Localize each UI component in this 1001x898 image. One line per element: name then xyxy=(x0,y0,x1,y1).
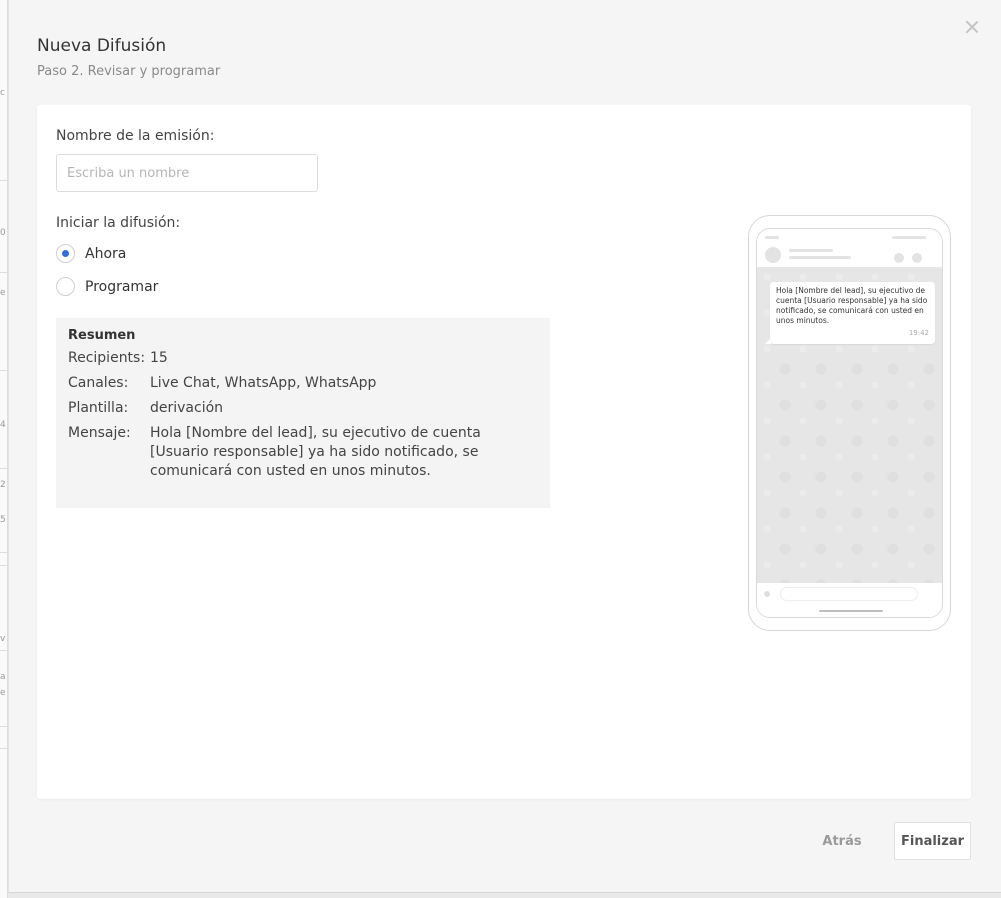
status-bar-placeholder xyxy=(892,236,926,239)
background-divider xyxy=(0,180,8,181)
background-divider xyxy=(0,468,8,469)
summary-key: Canales: xyxy=(68,375,129,391)
name-label: Nombre de la emisión: xyxy=(56,128,215,144)
background-fragment: v xyxy=(0,634,6,644)
menu-icon xyxy=(912,253,922,263)
contact-name-placeholder xyxy=(789,249,833,252)
background-divider xyxy=(0,650,8,651)
radio-label-now: Ahora xyxy=(85,245,127,262)
background-fragment: 5 xyxy=(0,515,6,525)
background-fragment: c xyxy=(0,88,5,98)
radio-option-schedule[interactable]: Programar xyxy=(56,277,158,296)
summary-key: Recipients: xyxy=(68,350,146,366)
phone-screen: Hola [Nombre del lead], su ejecutivo de … xyxy=(756,228,943,618)
summary-title: Resumen xyxy=(68,328,136,343)
background-fragment: e xyxy=(0,288,6,298)
background-fragment: 4 xyxy=(0,420,6,430)
start-label: Iniciar la difusión: xyxy=(56,215,181,231)
summary-row: Mensaje: Hola [Nombre del lead], su ejec… xyxy=(68,424,538,481)
phone-preview: Hola [Nombre del lead], su ejecutivo de … xyxy=(748,215,951,631)
background-divider xyxy=(0,565,8,566)
summary-row: Recipients: 15 xyxy=(68,349,538,368)
background-fragment: e xyxy=(0,688,6,698)
message-time: 19:42 xyxy=(908,329,929,337)
background-divider xyxy=(0,272,8,273)
contact-avatar-icon xyxy=(765,247,781,263)
background-divider xyxy=(0,748,8,749)
message-bubble: Hola [Nombre del lead], su ejecutivo de … xyxy=(765,282,935,344)
call-icon xyxy=(894,253,904,263)
background-fragment: 2 xyxy=(0,480,6,490)
dialog-title: Nueva Difusión xyxy=(37,36,167,56)
summary-value: Live Chat, WhatsApp, WhatsApp xyxy=(150,375,377,391)
broadcast-dialog: Nueva Difusión Paso 2. Revisar y program… xyxy=(8,0,1001,893)
emoji-icon xyxy=(764,591,770,597)
background-divider xyxy=(0,370,8,371)
phone-header xyxy=(757,229,942,267)
summary-panel: Resumen Recipients: 15 Canales: Live Cha… xyxy=(56,318,550,508)
close-icon[interactable] xyxy=(964,19,980,35)
content-card: Nombre de la emisión: Iniciar la difusió… xyxy=(37,105,971,799)
background-page: c 0 e 4 2 5 v a e xyxy=(0,0,8,898)
back-button[interactable]: Atrás xyxy=(808,822,876,860)
name-input[interactable] xyxy=(56,154,318,192)
summary-value: 15 xyxy=(150,350,168,366)
finish-button[interactable]: Finalizar xyxy=(894,822,971,860)
background-divider xyxy=(0,726,8,727)
message-text: Hola [Nombre del lead], su ejecutivo de … xyxy=(776,286,928,325)
background-divider xyxy=(0,552,8,553)
background-fragment: 0 xyxy=(0,228,6,238)
radio-unchecked-icon[interactable] xyxy=(56,277,75,296)
status-bar-placeholder xyxy=(765,236,779,239)
summary-row: Plantilla: derivación xyxy=(68,399,538,418)
contact-status-placeholder xyxy=(789,256,851,259)
summary-key: Plantilla: xyxy=(68,400,129,416)
phone-footer xyxy=(757,583,942,617)
summary-value: derivación xyxy=(150,400,224,416)
summary-row: Canales: Live Chat, WhatsApp, WhatsApp xyxy=(68,374,538,393)
message-input-placeholder xyxy=(780,587,918,601)
radio-option-now[interactable]: Ahora xyxy=(56,244,126,263)
summary-key: Mensaje: xyxy=(68,425,131,441)
summary-value: Hola [Nombre del lead], su ejecutivo de … xyxy=(150,425,481,479)
radio-checked-icon[interactable] xyxy=(56,244,75,263)
dialog-subtitle: Paso 2. Revisar y programar xyxy=(37,64,221,79)
background-fragment: a xyxy=(0,672,6,682)
chat-area: Hola [Nombre del lead], su ejecutivo de … xyxy=(757,267,942,583)
radio-label-schedule: Programar xyxy=(85,278,159,295)
home-indicator xyxy=(819,610,883,612)
